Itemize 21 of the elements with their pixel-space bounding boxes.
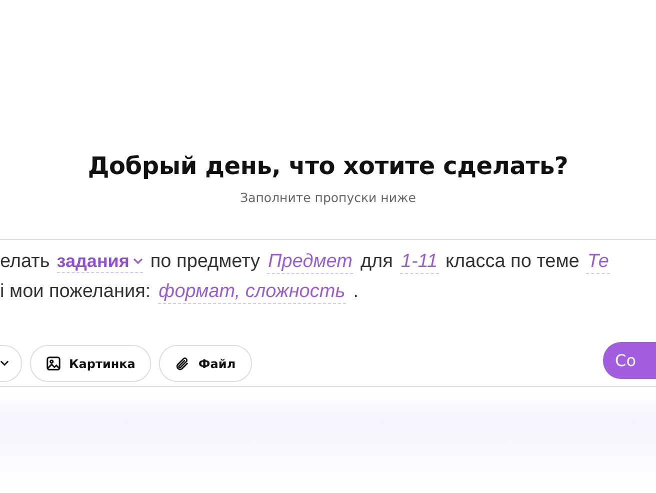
dropdown-button[interactable] — [0, 345, 22, 382]
file-button[interactable]: Файл — [159, 345, 252, 382]
caret-icon — [0, 360, 9, 367]
type-dropdown[interactable]: задания — [56, 251, 144, 273]
prompt-text: класса по теме — [446, 251, 580, 273]
blank-field[interactable]: формат, сложность — [158, 281, 346, 304]
image-icon — [46, 356, 61, 371]
prompt-text: для — [360, 251, 393, 273]
prompt-text: елать — [0, 251, 50, 273]
page-subtitle: Заполните пропуски ниже — [240, 190, 416, 205]
paperclip-icon — [175, 356, 190, 372]
prompt-text: . — [353, 281, 358, 303]
blank-field[interactable]: 1-11 — [400, 251, 439, 274]
blank-field[interactable]: Предмет — [267, 251, 354, 274]
blank-field[interactable]: Те — [586, 251, 610, 274]
image-button[interactable]: Картинка — [30, 345, 152, 382]
caret-icon — [133, 258, 144, 265]
submit-button[interactable]: Со — [603, 342, 656, 379]
prompt-text: по предмету — [150, 251, 260, 273]
prompt-text: і мои пожелания: — [0, 281, 151, 303]
page-heading: Добрый день, что хотите сделать? — [88, 152, 568, 180]
